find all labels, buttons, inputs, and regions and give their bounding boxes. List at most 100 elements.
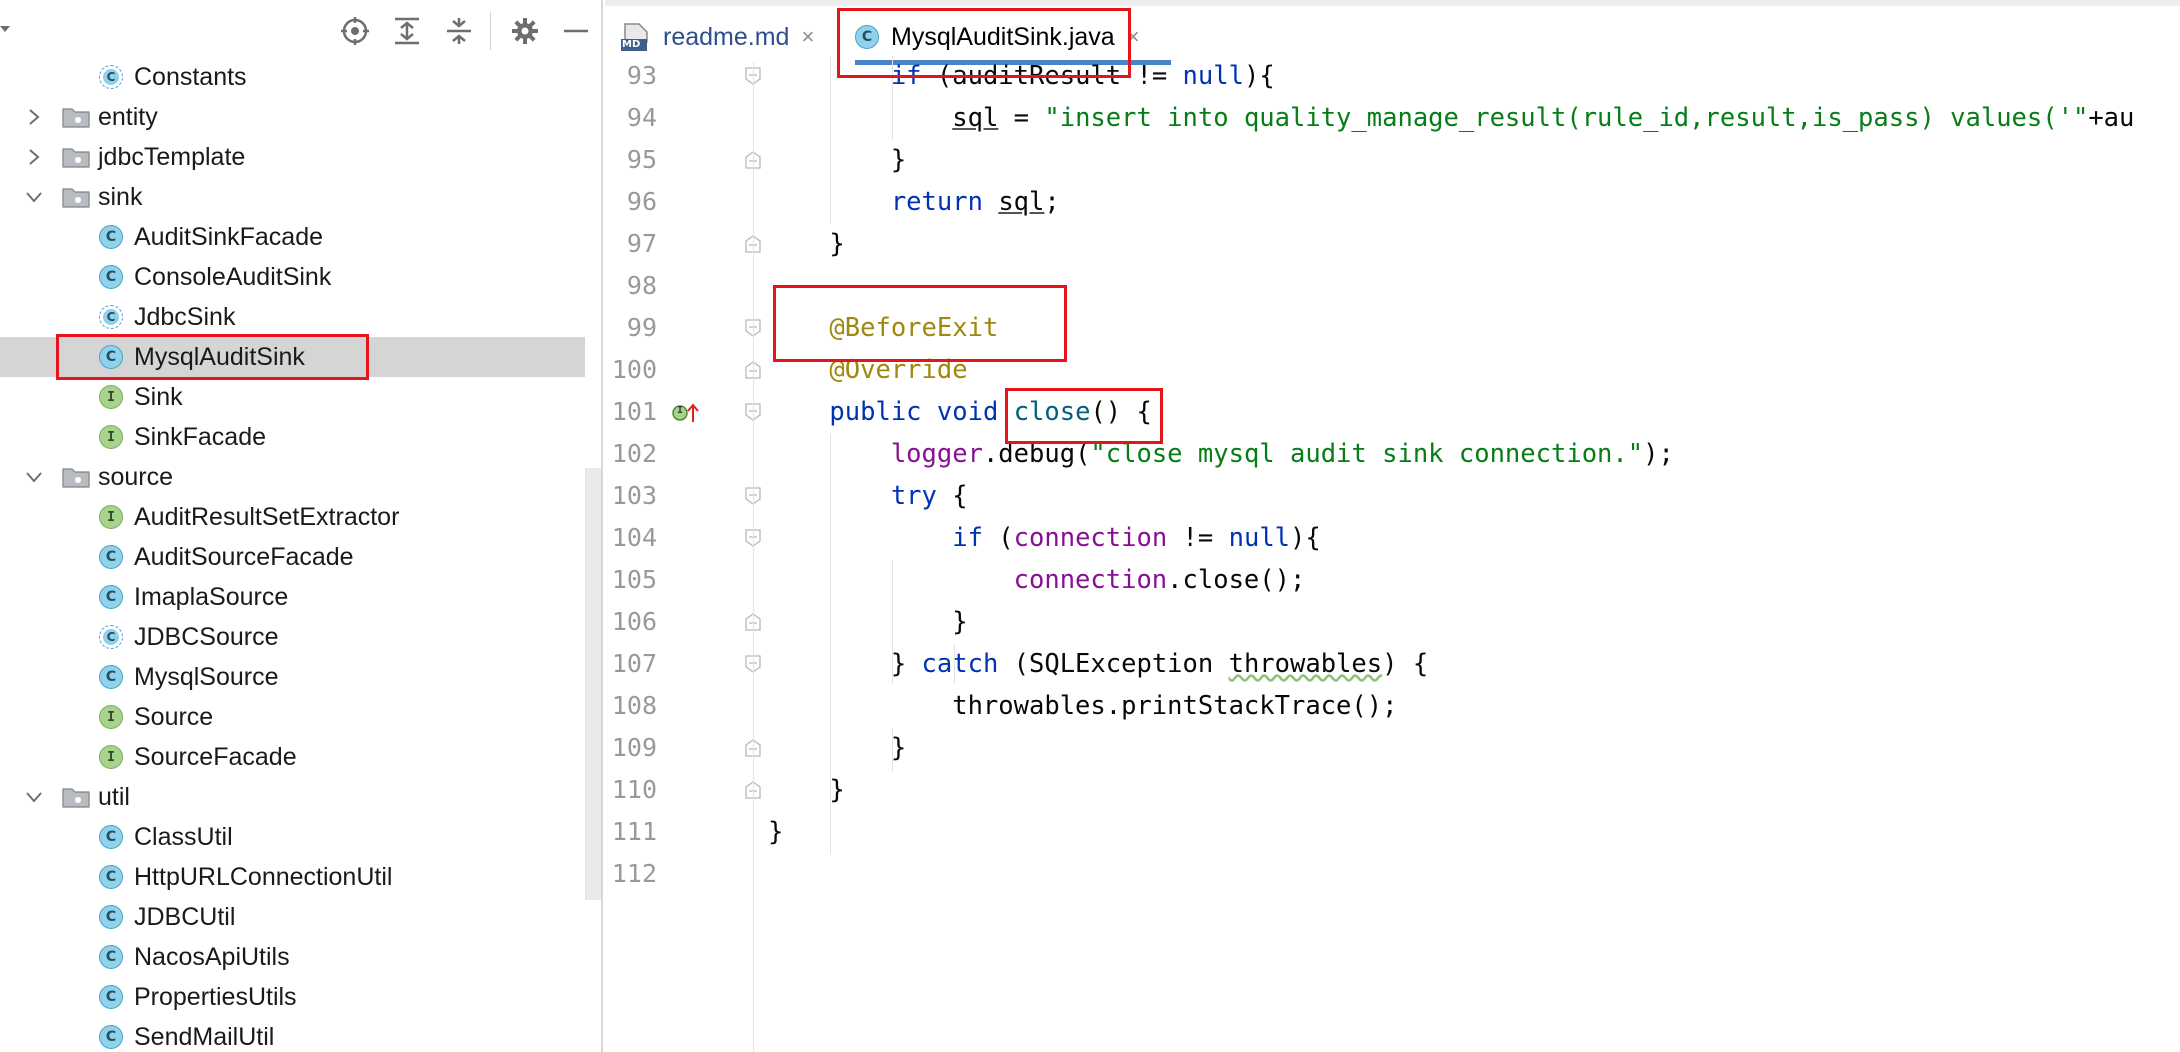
java-class-icon: C (99, 825, 123, 849)
code-line[interactable]: } (768, 224, 844, 264)
tree-item-label: entity (98, 103, 158, 131)
chevron-down-icon[interactable] (26, 189, 42, 205)
tree-item-sendmailutil[interactable]: C SendMailUtil (0, 1017, 601, 1052)
code-line[interactable]: public void close() { (768, 392, 1151, 432)
code-line[interactable]: } catch (SQLException throwables) { (768, 644, 1428, 684)
tree-item-httpurlconnectionutil[interactable]: C HttpURLConnectionUtil (0, 857, 601, 897)
tree-item-auditsourcefacade[interactable]: C AuditSourceFacade (0, 537, 601, 577)
tree-folder-entity[interactable]: entity (0, 97, 601, 137)
tree-item-auditsinkfacade[interactable]: C AuditSinkFacade (0, 217, 601, 257)
tree-item-sink[interactable]: I Sink (0, 377, 601, 417)
chevron-down-icon[interactable] (26, 469, 42, 485)
line-number: 108 (611, 691, 657, 720)
abstract-class-icon: C (99, 305, 123, 329)
tree-item-label: SourceFacade (134, 743, 297, 771)
java-class-icon: C (99, 985, 123, 1009)
tree-folder-source[interactable]: source (0, 457, 601, 497)
line-number: 99 (626, 313, 657, 342)
tree-item-imaplasource[interactable]: C ImaplaSource (0, 577, 601, 617)
gear-icon[interactable] (508, 14, 542, 48)
tree-item-label: JDBCUtil (134, 903, 236, 931)
tree-item-jdbcsource[interactable]: C JDBCSource (0, 617, 601, 657)
project-toolbar (0, 0, 601, 60)
code-line[interactable]: @Override (768, 350, 967, 390)
collapse-all-icon[interactable] (442, 14, 476, 48)
tree-item-mysqlauditsink[interactable]: C MysqlAuditSink (0, 337, 585, 377)
tree-item-propertiesutils[interactable]: C PropertiesUtils (0, 977, 601, 1017)
tree-item-source[interactable]: I Source (0, 697, 601, 737)
close-icon[interactable]: × (801, 24, 814, 50)
code-line[interactable]: } (768, 812, 783, 852)
indent-guide (892, 56, 893, 140)
tree-folder-util[interactable]: util (0, 777, 601, 817)
tree-item-label: util (98, 783, 130, 811)
line-number: 112 (611, 859, 657, 888)
code-line[interactable]: if (connection != null){ (768, 518, 1321, 558)
chevron-down-icon[interactable] (26, 789, 42, 805)
chevron-right-icon[interactable] (26, 149, 42, 165)
line-number: 101 (611, 397, 657, 426)
tree-item-label: SinkFacade (134, 423, 267, 451)
code-line[interactable]: connection.close(); (768, 560, 1306, 600)
tree-folder-jdbctemplate[interactable]: jdbcTemplate (0, 137, 601, 177)
tree-item-constants[interactable]: C Constants (0, 57, 601, 97)
indent-guide (830, 434, 831, 854)
code-line[interactable]: } (768, 602, 967, 642)
expand-all-icon[interactable] (390, 14, 424, 48)
line-number: 105 (611, 565, 657, 594)
java-class-icon: C (855, 25, 879, 49)
tab-mysqlauditsink[interactable]: C MysqlAuditSink.java × (855, 12, 1140, 62)
java-class-icon: C (99, 545, 123, 569)
code-line[interactable]: } (768, 140, 906, 180)
tree-item-jdbcutil[interactable]: C JDBCUtil (0, 897, 601, 937)
line-number: 93 (626, 61, 657, 90)
code-line[interactable]: try { (768, 476, 968, 516)
code-line[interactable]: return sql; (768, 182, 1060, 222)
abstract-class-icon: C (99, 65, 123, 89)
tree-item-jdbcsink[interactable]: C JdbcSink (0, 297, 601, 337)
tree-item-label: ClassUtil (134, 823, 233, 851)
implements-marker-icon[interactable]: I (671, 402, 701, 424)
interface-icon: I (99, 385, 123, 409)
tree-item-classutil[interactable]: C ClassUtil (0, 817, 601, 857)
code-line[interactable]: sql = "insert into quality_manage_result… (768, 98, 2134, 138)
tree-item-label: source (98, 463, 174, 491)
tree-item-sinkfacade[interactable]: I SinkFacade (0, 417, 601, 457)
java-class-icon: C (99, 865, 123, 889)
tree-item-consoleauditsink[interactable]: C ConsoleAuditSink (0, 257, 601, 297)
java-class-icon: C (99, 225, 123, 249)
tree-item-mysqlsource[interactable]: C MysqlSource (0, 657, 601, 697)
locate-icon[interactable] (338, 14, 372, 48)
code-line[interactable]: throwables.printStackTrace(); (768, 686, 1397, 726)
tree-item-label: AuditResultSetExtractor (134, 503, 400, 531)
line-number: 94 (626, 103, 657, 132)
tree-item-label: AuditSinkFacade (134, 223, 324, 251)
close-icon[interactable]: × (1127, 24, 1140, 50)
minimize-icon[interactable] (559, 14, 593, 48)
tab-label: readme.md (663, 22, 790, 51)
chevron-right-icon[interactable] (26, 109, 42, 125)
folder-icon (62, 146, 90, 170)
tree-item-label: SendMailUtil (134, 1023, 275, 1051)
tree-item-label: jdbcTemplate (98, 143, 246, 171)
tree-item-label: Constants (134, 63, 247, 91)
tree-item-label: MysqlAuditSink (134, 343, 305, 371)
code-line[interactable]: @BeforeExit (768, 308, 998, 348)
code-line[interactable]: } (768, 770, 844, 810)
tree-item-label: AuditSourceFacade (134, 543, 354, 571)
code-line[interactable]: if (auditResult != null){ (768, 56, 1275, 96)
line-number: 103 (611, 481, 657, 510)
tree-item-sourcefacade[interactable]: I SourceFacade (0, 737, 601, 777)
folder-icon (62, 186, 90, 210)
project-panel: C Constants entity jdbcTemplate sink C AuditSi… (0, 0, 603, 1052)
tree-item-auditresultsetextractor[interactable]: I AuditResultSetExtractor (0, 497, 601, 537)
tree-scrollbar[interactable] (585, 468, 601, 900)
line-number: 96 (626, 187, 657, 216)
tree-item-nacosapiutils[interactable]: C NacosApiUtils (0, 937, 601, 977)
code-line[interactable]: logger.debug("close mysql audit sink con… (768, 434, 1674, 474)
tree-folder-sink[interactable]: sink (0, 177, 601, 217)
chevron-down-icon[interactable] (0, 26, 10, 32)
code-line[interactable]: } (768, 728, 906, 768)
line-number: 106 (611, 607, 657, 636)
tab-readme[interactable]: MD readme.md × (621, 12, 814, 62)
